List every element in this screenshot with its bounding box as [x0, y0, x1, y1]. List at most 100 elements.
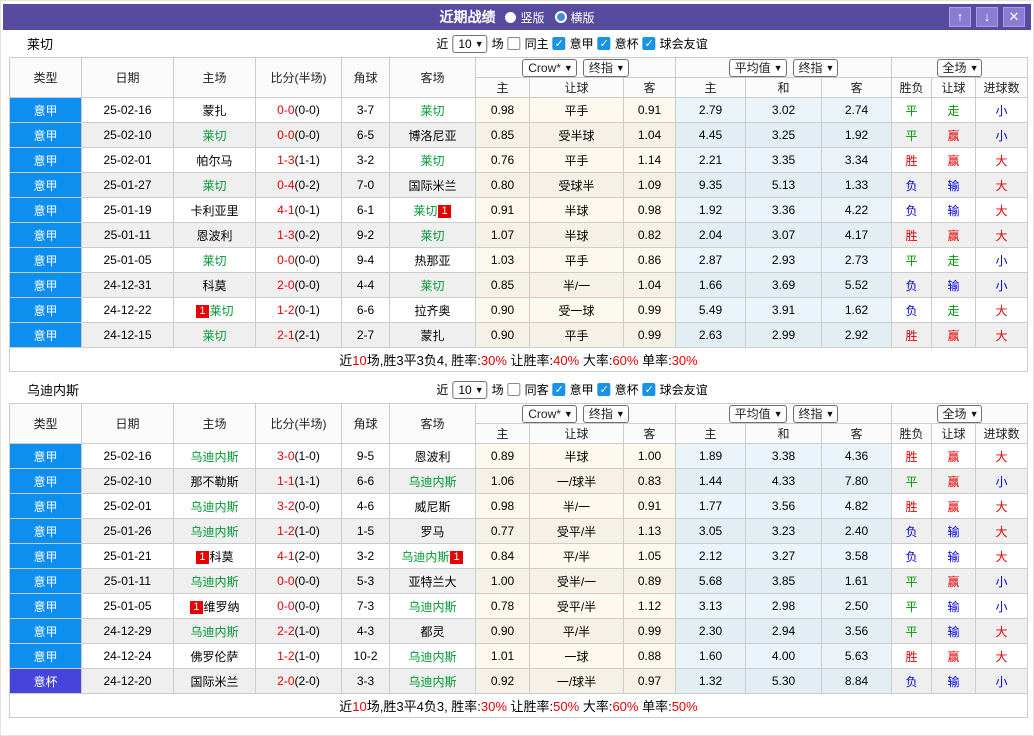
avg-home-odds-cell: 3.13 [675, 593, 746, 619]
games-label: 场 [491, 383, 504, 397]
halftime-score: (0-2) [294, 228, 320, 242]
team-label: 莱切 [209, 303, 234, 318]
corner-cell: 4-6 [341, 493, 390, 519]
sub-col-away-odds: 客 [623, 423, 676, 444]
same-home-checkbox[interactable] [507, 37, 521, 50]
score-cell: 1-3(1-1) [255, 147, 342, 173]
fulltime-score: 0-0 [277, 128, 295, 142]
serie-a-checkbox[interactable] [552, 37, 566, 50]
avg-home-odds-cell: 2.30 [675, 618, 746, 644]
close-button[interactable]: ✕ [1003, 7, 1025, 27]
move-down-button[interactable]: ↓ [976, 7, 998, 27]
halftime-score: (0-0) [294, 574, 320, 588]
handicap-away-odds-cell: 1.00 [623, 443, 676, 469]
home-team-cell: 乌迪内斯 [173, 443, 256, 469]
friendly-checkbox[interactable] [642, 383, 656, 396]
handicap-home-odds-cell: 1.03 [475, 247, 530, 273]
halftime-score: (0-0) [294, 128, 320, 142]
league-cell: 意甲 [9, 618, 82, 644]
col-corner: 角球 [341, 403, 390, 444]
full-match-select[interactable]: 全场 ▼ [936, 404, 983, 423]
handicap-home-odds-cell: 1.07 [475, 222, 530, 248]
league-cell: 意甲 [9, 568, 82, 594]
home-team-cell: 乌迪内斯 [173, 493, 256, 519]
match-count-select[interactable]: 10 ▼ [452, 34, 488, 53]
handicap-home-odds-cell: 0.78 [475, 593, 530, 619]
avg-draw-odds-cell: 3.56 [745, 493, 822, 519]
away-team-cell: 乌迪内斯 1 [389, 543, 476, 569]
final-odds-select-2[interactable]: 终指 ▼ [792, 58, 839, 77]
average-select[interactable]: 平均值 ▼ [728, 404, 787, 423]
scope-header: 全场 ▼ [891, 57, 1029, 78]
handicap-result-cell: 赢 [931, 122, 977, 148]
avg-home-odds-cell: 2.87 [675, 247, 746, 273]
crow-header: Crow* ▼ 终指 ▼ [475, 57, 676, 78]
match-count-select[interactable]: 10 ▼ [452, 380, 488, 399]
avg-away-odds-cell: 1.61 [820, 568, 893, 594]
handicap-away-odds-cell: 1.09 [623, 172, 676, 198]
handicap-home-odds-cell: 0.90 [475, 618, 530, 644]
bookmaker-select[interactable]: Crow* ▼ [522, 404, 577, 423]
date-cell: 25-02-16 [81, 443, 174, 469]
halftime-score: (0-1) [294, 203, 320, 217]
handicap-home-odds-cell: 0.80 [475, 172, 530, 198]
halftime-score: (0-2) [294, 178, 320, 192]
score-cell: 3-0(1-0) [255, 443, 342, 469]
cup-checkbox[interactable] [597, 383, 611, 396]
summary-text: 大率: [579, 353, 613, 368]
team-label: 恩波利 [196, 228, 233, 243]
radio-portrait[interactable]: 竖版 [505, 9, 545, 26]
handicap-home-odds-cell: 0.90 [475, 322, 530, 348]
friendly-checkbox[interactable] [642, 37, 656, 50]
handicap-result-cell: 输 [931, 518, 977, 544]
goals-result-cell: 大 [975, 543, 1029, 569]
team-label: 莱切 [202, 253, 227, 268]
handicap-line-cell: 一/球半 [529, 668, 624, 694]
away-team-cell: 恩波利 [389, 443, 476, 469]
radio-landscape[interactable]: 横版 [554, 9, 595, 26]
full-match-select[interactable]: 全场 ▼ [936, 58, 983, 77]
corner-cell: 3-7 [341, 97, 390, 123]
handicap-line-cell: 受一球 [529, 297, 624, 323]
away-team-cell: 拉齐奥 [389, 297, 476, 323]
bookmaker-select[interactable]: Crow* ▼ [522, 58, 577, 77]
corner-cell: 3-2 [341, 543, 390, 569]
window-title: 近期战绩 [439, 9, 496, 25]
avg-away-odds-cell: 2.74 [820, 97, 893, 123]
goals-result-cell: 大 [975, 147, 1029, 173]
col-home: 主场 [173, 57, 256, 98]
handicap-away-odds-cell: 0.91 [623, 97, 676, 123]
corner-cell: 3-2 [341, 147, 390, 173]
team-label: 乌迪内斯 [401, 549, 450, 564]
final-odds-select[interactable]: 终指 ▼ [582, 58, 629, 77]
move-up-button[interactable]: ↑ [949, 7, 971, 27]
cup-checkbox[interactable] [597, 37, 611, 50]
red-card-badge: 1 [196, 550, 209, 564]
team-label: 科莫 [202, 278, 227, 293]
same-away-checkbox[interactable] [507, 383, 521, 396]
final-odds-select[interactable]: 终指 ▼ [582, 404, 629, 423]
handicap-away-odds-cell: 1.14 [623, 147, 676, 173]
friendly-label: 球会友谊 [659, 37, 708, 51]
home-team-cell: 1 莱切 [173, 297, 256, 323]
final-odds-select-2[interactable]: 终指 ▼ [792, 404, 839, 423]
team-name: 莱切 [27, 37, 54, 52]
result-cell: 负 [891, 543, 933, 569]
league-cell: 意杯 [9, 668, 82, 694]
serie-a-checkbox[interactable] [552, 383, 566, 396]
red-card-badge: 1 [450, 550, 463, 564]
handicap-line-cell: 平手 [529, 97, 624, 123]
team-section-lecce: 莱切 近 10▼ 场 同主 意甲 意杯 球会友谊 类型 日期 [1, 30, 1033, 372]
handicap-home-odds-cell: 0.98 [475, 493, 530, 519]
away-team-cell: 莱切 [389, 222, 476, 248]
team-section-udinese: 乌迪内斯 近 10▼ 场 同客 意甲 意杯 球会友谊 类型 日 [1, 376, 1033, 718]
radio-portrait-label: 竖版 [520, 10, 545, 25]
date-cell: 25-02-16 [81, 97, 174, 123]
handicap-home-odds-cell: 0.77 [475, 518, 530, 544]
col-type: 类型 [9, 403, 82, 444]
sub-col-avg-home: 主 [675, 423, 746, 444]
handicap-line-cell: 平手 [529, 322, 624, 348]
avg-home-odds-cell: 1.92 [675, 197, 746, 223]
average-select[interactable]: 平均值 ▼ [728, 58, 787, 77]
handicap-away-odds-cell: 0.83 [623, 468, 676, 494]
